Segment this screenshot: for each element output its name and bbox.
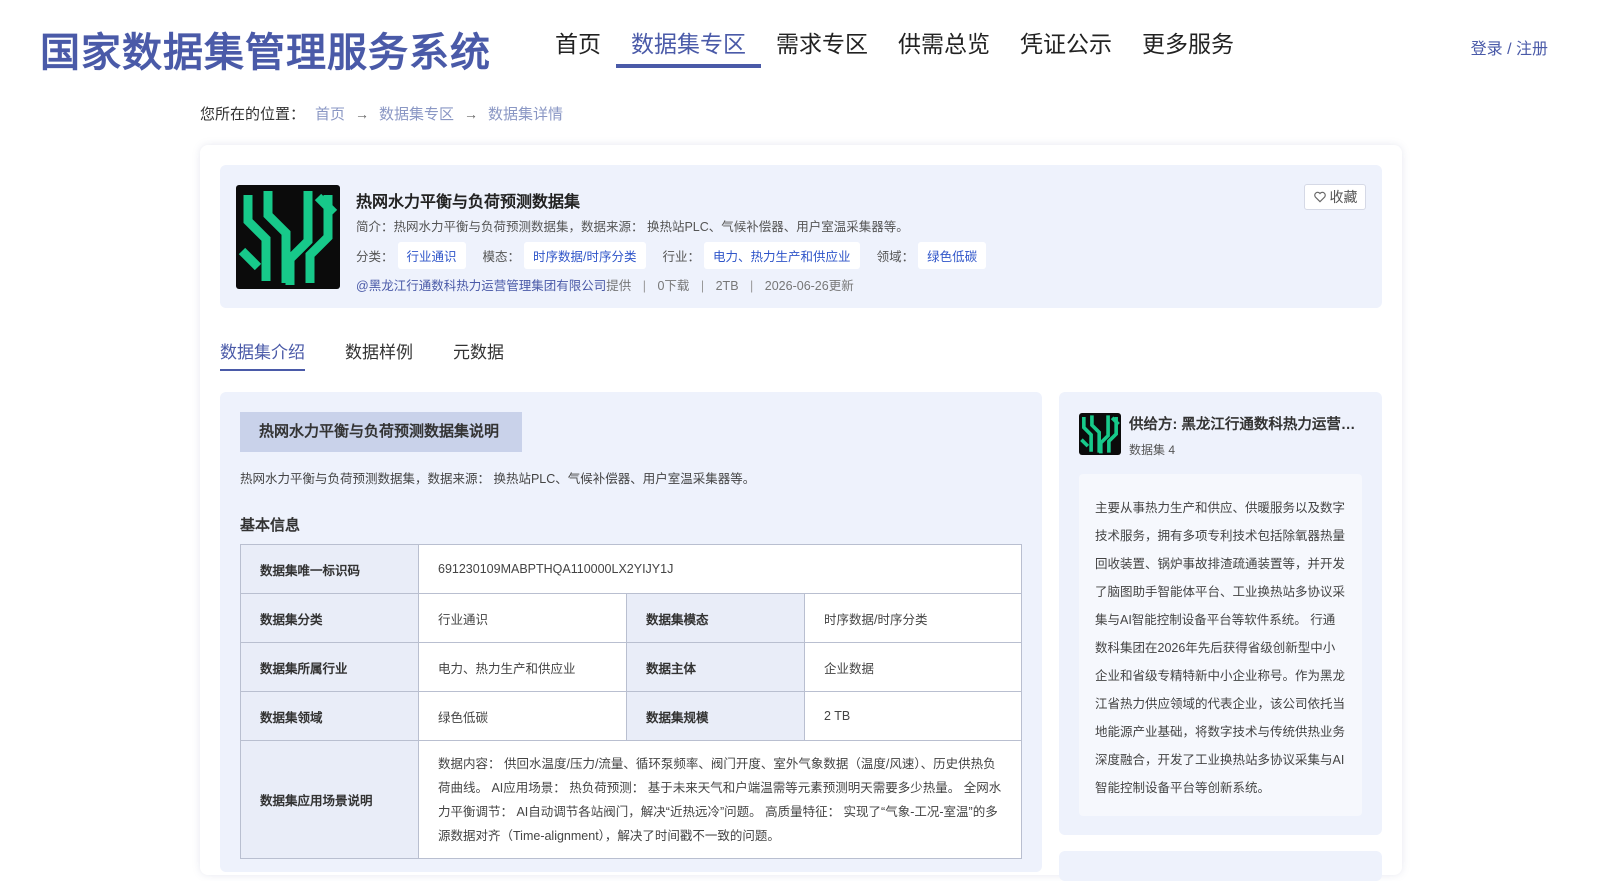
tag-category[interactable]: 行业通识	[397, 242, 466, 269]
basic-info-heading: 基本信息	[240, 517, 301, 534]
provider-description: 主要从事热力生产和供应、供暖服务以及数字技术服务，拥有多项专利技术包括除氧器热量…	[1079, 474, 1362, 816]
table-row: 数据集分类 行业通识 数据集模态 时序数据/时序分类	[240, 593, 1022, 643]
table-key: 数据集规模	[626, 691, 805, 741]
provider-logo[interactable]	[1079, 413, 1121, 455]
meta-separator: |	[642, 279, 646, 293]
dataset-detail-card: 热网水力平衡与负荷预测数据集 简介：热网水力平衡与负荷预测数据集，数据来源： 换…	[200, 145, 1402, 881]
breadcrumb-home[interactable]: 首页	[315, 103, 345, 124]
provider-logo-graphic	[1080, 415, 1120, 454]
section-description: 热网水力平衡与负荷预测数据集，数据来源： 换热站PLC、气候补偿器、用户室温采集…	[240, 472, 756, 486]
breadcrumb-current: 数据集详情	[488, 106, 564, 123]
provider-dataset-count: 数据集 4	[1129, 443, 1176, 457]
dataset-summary: 热网水力平衡与负荷预测数据集 简介：热网水力平衡与负荷预测数据集，数据来源： 换…	[220, 165, 1382, 308]
nav-more-services[interactable]: 更多服务	[1127, 30, 1249, 68]
nav-certificates[interactable]: 凭证公示	[1005, 30, 1127, 68]
table-row: 数据集所属行业 电力、热力生产和供应业 数据主体 企业数据	[240, 642, 1022, 692]
table-key: 数据集所属行业	[240, 642, 419, 692]
meta-separator: |	[750, 279, 754, 293]
breadcrumb-prefix: 您所在的位置：	[200, 106, 306, 123]
table-key: 数据集分类	[240, 593, 419, 643]
section-title: 热网水力平衡与负荷预测数据集说明	[240, 412, 522, 452]
tag-modality[interactable]: 时序数据/时序分类	[524, 242, 646, 269]
update-date: 2026-06-26更新	[764, 279, 854, 293]
provider-suffix: 提供	[606, 279, 632, 293]
detail-tabs: 数据集介绍 数据样例 元数据	[220, 338, 544, 371]
table-key: 数据集唯一标识码	[240, 544, 419, 594]
provider-link[interactable]: @黑龙江行通数科热力运营管理集团有限公司	[356, 279, 606, 293]
login-register-link[interactable]: 登录 / 注册	[1471, 35, 1548, 59]
tag-field[interactable]: 绿色低碳	[918, 242, 987, 269]
dataset-title: 热网水力平衡与负荷预测数据集	[356, 194, 581, 211]
tab-samples[interactable]: 数据样例	[345, 338, 413, 371]
table-value: 行业通识	[418, 593, 627, 643]
meta-separator: |	[700, 279, 705, 293]
favorite-label: 收藏	[1329, 189, 1358, 205]
table-value: 企业数据	[804, 642, 1022, 692]
tag-industry[interactable]: 电力、热力生产和供应业	[704, 242, 860, 269]
tag-label-industry: 行业：	[662, 250, 701, 264]
provider-card: 供给方: 黑龙江行通数科热力运营管理集团有限公司 数据集 4 主要从事热力生产和…	[1059, 392, 1382, 835]
nav-demands[interactable]: 需求专区	[761, 30, 883, 68]
table-value: 时序数据/时序分类	[804, 593, 1022, 643]
tag-label-category: 分类：	[356, 250, 394, 264]
tag-label-modality: 模态：	[482, 250, 521, 264]
table-value: 电力、热力生产和供应业	[418, 642, 627, 692]
table-value: 691230109MABPTHQA110000LX2YIJY1J	[418, 544, 1022, 594]
related-card	[1059, 851, 1382, 881]
table-value: 绿色低碳	[418, 691, 627, 741]
table-value: 数据内容： 供回水温度/压力/流量、循环泵频率、阀门开度、室外气象数据（温度/风…	[418, 740, 1022, 859]
nav-overview[interactable]: 供需总览	[883, 30, 1005, 68]
arrow-right-icon: →	[464, 105, 479, 122]
dataset-tags: 分类： 行业通识 模态： 时序数据/时序分类 行业： 电力、热力生产和供应业 领…	[356, 242, 1003, 269]
breadcrumb-datasets[interactable]: 数据集专区	[379, 103, 454, 124]
table-row: 数据集应用场景说明 数据内容： 供回水温度/压力/流量、循环泵频率、阀门开度、室…	[240, 740, 1022, 859]
favorite-button[interactable]: 收藏	[1304, 184, 1366, 210]
tab-metadata[interactable]: 元数据	[453, 338, 504, 371]
heart-icon	[1313, 191, 1326, 203]
table-key: 数据集应用场景说明	[240, 740, 419, 859]
tag-label-field: 领域：	[876, 250, 915, 264]
table-key: 数据集领域	[240, 691, 419, 741]
top-header: 国家数据集管理服务系统 首页 数据集专区 需求专区 供需总览 凭证公示 更多服务…	[0, 0, 1600, 92]
provider-name[interactable]: 供给方: 黑龙江行通数科热力运营管理集团有限公司	[1129, 413, 1367, 434]
table-key: 数据主体	[626, 642, 805, 692]
download-count: 0下载	[657, 279, 690, 293]
arrow-right-icon: →	[355, 105, 370, 122]
main-nav: 首页 数据集专区 需求专区 供需总览 凭证公示 更多服务	[540, 30, 1249, 68]
table-value: 2 TB	[804, 691, 1022, 741]
nav-datasets[interactable]: 数据集专区	[616, 30, 761, 68]
dataset-logo	[236, 185, 340, 289]
dataset-size: 2TB	[715, 279, 739, 293]
dataset-meta: @黑龙江行通数科热力运营管理集团有限公司提供 | 0下载 | 2TB | 202…	[356, 275, 854, 294]
dataset-logo-graphic	[238, 191, 338, 285]
table-key: 数据集模态	[626, 593, 805, 643]
table-row: 数据集唯一标识码 691230109MABPTHQA110000LX2YIJY1…	[240, 544, 1022, 594]
tab-introduction[interactable]: 数据集介绍	[220, 338, 305, 371]
site-title[interactable]: 国家数据集管理服务系统	[40, 20, 491, 78]
nav-home[interactable]: 首页	[540, 30, 616, 68]
table-row: 数据集领域 绿色低碳 数据集规模 2 TB	[240, 691, 1022, 741]
breadcrumb: 您所在的位置： 首页 → 数据集专区 → 数据集详情	[200, 103, 563, 124]
introduction-panel: 热网水力平衡与负荷预测数据集说明 热网水力平衡与负荷预测数据集，数据来源： 换热…	[220, 392, 1042, 872]
basic-info-table: 数据集唯一标识码 691230109MABPTHQA110000LX2YIJY1…	[240, 544, 1022, 859]
dataset-intro: 简介：热网水力平衡与负荷预测数据集，数据来源： 换热站PLC、气候补偿器、用户室…	[356, 220, 909, 234]
